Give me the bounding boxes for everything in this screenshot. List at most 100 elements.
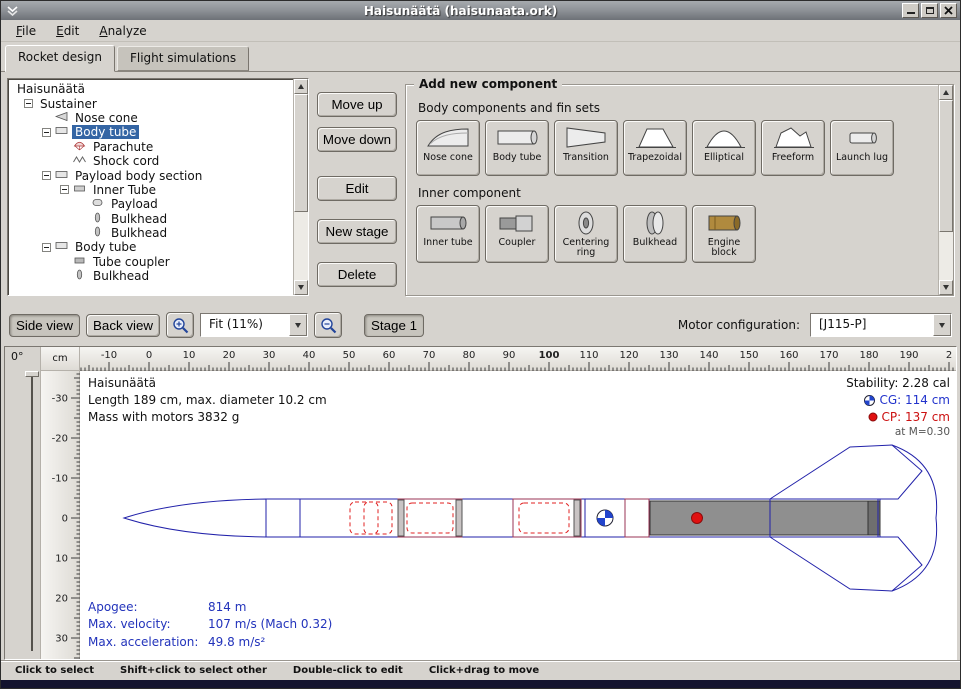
ruler-label: 170 <box>819 350 838 361</box>
tree-item-label[interactable]: Inner Tube <box>90 183 159 197</box>
transition-icon <box>563 125 609 151</box>
bulkhead-shape[interactable] <box>574 500 580 536</box>
add-body-tube-button[interactable]: Body tube <box>485 120 549 176</box>
rotation-control[interactable]: 0° <box>5 347 41 660</box>
add-engine-block-button[interactable]: Engine block <box>692 205 756 263</box>
tree-item-label[interactable]: Sustainer <box>37 97 100 111</box>
collapse-icon[interactable] <box>42 243 51 252</box>
tree-row[interactable]: Bulkhead <box>10 212 306 226</box>
tree-row[interactable]: Body tube <box>10 125 306 139</box>
scrollbar-track[interactable] <box>939 100 953 280</box>
collapse-icon[interactable] <box>42 128 51 137</box>
zoom-select[interactable]: Fit (11%) <box>200 313 308 337</box>
add-elliptical-fin-button[interactable]: Elliptical <box>692 120 756 176</box>
tree-row[interactable]: Parachute <box>10 140 306 154</box>
tree-item-label[interactable]: Nose cone <box>72 111 141 125</box>
collapse-icon[interactable] <box>24 99 33 108</box>
add-trapezoidal-fin-button[interactable]: Trapezoidal <box>623 120 687 176</box>
tree-row[interactable]: Body tube <box>10 240 306 254</box>
add-freeform-fin-button[interactable]: Freeform <box>761 120 825 176</box>
rocket-canvas[interactable]: Haisunäätä Length 189 cm, max. diameter … <box>80 371 956 660</box>
zoom-in-button[interactable] <box>166 312 194 338</box>
tree-row[interactable]: Payload body section <box>10 168 306 182</box>
rocket-info: Haisunäätä Length 189 cm, max. diameter … <box>88 375 327 425</box>
scroll-down-icon[interactable] <box>939 280 953 295</box>
stage-1-toggle[interactable]: Stage 1 <box>364 314 424 337</box>
bulkhead-shape[interactable] <box>398 500 404 536</box>
tree-row[interactable]: Haisunäätä <box>10 82 306 96</box>
move-up-button[interactable]: Move up <box>317 92 397 117</box>
tab-flight-simulations[interactable]: Flight simulations <box>117 46 249 71</box>
fin-bottom[interactable] <box>770 537 922 591</box>
tree-item-label[interactable]: Payload body section <box>72 169 205 183</box>
rotation-slider-handle[interactable] <box>25 371 39 377</box>
component-tree-panel: Haisunäätä Sustainer Nose cone Body tube… <box>7 78 309 296</box>
bulkhead-shape[interactable] <box>456 500 462 536</box>
tree-item-label-selected[interactable]: Body tube <box>72 125 139 139</box>
motor-configuration-select[interactable]: [J115-P] <box>810 313 952 337</box>
tree-item-label[interactable]: Bulkhead <box>108 226 170 240</box>
tree-row[interactable]: Bulkhead <box>10 226 306 240</box>
menu-analyze[interactable]: Analyze <box>90 21 155 41</box>
tree-item-label[interactable]: Body tube <box>72 240 139 254</box>
tree-row[interactable]: Shock cord <box>10 154 306 168</box>
tree-item-label[interactable]: Haisunäätä <box>14 82 88 96</box>
titlebar[interactable]: Haisunäätä (haisunaata.ork) <box>1 1 960 20</box>
statusbar: Click to select Shift+click to select ot… <box>1 660 960 680</box>
tab-rocket-design[interactable]: Rocket design <box>5 45 115 72</box>
tree-item-label[interactable]: Tube coupler <box>90 255 173 269</box>
edit-button[interactable]: Edit <box>317 176 397 201</box>
dropdown-arrow-icon[interactable] <box>933 314 951 336</box>
fin-top[interactable] <box>770 445 922 499</box>
side-view-button[interactable]: Side view <box>9 314 80 337</box>
window-menu-icon[interactable] <box>4 3 21 18</box>
tree-item-label[interactable]: Bulkhead <box>90 269 152 283</box>
motor-shape[interactable] <box>650 501 880 535</box>
fin-profile-curve[interactable] <box>892 445 937 591</box>
delete-button[interactable]: Delete <box>317 262 397 287</box>
menu-edit[interactable]: Edit <box>47 21 88 41</box>
scroll-up-icon[interactable] <box>294 79 308 94</box>
new-stage-button[interactable]: New stage <box>317 219 397 244</box>
tree-item-label[interactable]: Shock cord <box>90 154 162 168</box>
add-launch-lug-button[interactable]: Launch lug <box>830 120 894 176</box>
scroll-down-icon[interactable] <box>294 280 308 295</box>
collapse-icon[interactable] <box>60 185 69 194</box>
add-inner-tube-button[interactable]: Inner tube <box>416 205 480 263</box>
scrollbar-thumb[interactable] <box>939 100 953 232</box>
tree-row[interactable]: Inner Tube <box>10 183 306 197</box>
add-nose-cone-button[interactable]: Nose cone <box>416 120 480 176</box>
ruler-label: 10 <box>183 350 196 361</box>
tree-item-label[interactable]: Bulkhead <box>108 212 170 226</box>
scrollbar-thumb[interactable] <box>294 94 308 212</box>
scroll-up-icon[interactable] <box>939 85 953 100</box>
move-down-button[interactable]: Move down <box>317 127 397 152</box>
dropdown-arrow-icon[interactable] <box>289 314 307 336</box>
tree-row[interactable]: Sustainer <box>10 96 306 110</box>
tree-row[interactable]: Nose cone <box>10 111 306 125</box>
back-view-button[interactable]: Back view <box>86 314 160 337</box>
close-button[interactable] <box>940 3 957 18</box>
component-label: Bulkhead <box>633 238 677 248</box>
rotation-slider-track[interactable] <box>31 373 33 651</box>
tree-row[interactable]: Bulkhead <box>10 269 306 283</box>
collapse-icon[interactable] <box>42 171 51 180</box>
zoom-out-button[interactable] <box>314 312 342 338</box>
menu-file[interactable]: File <box>7 21 45 41</box>
addpanel-scrollbar[interactable] <box>938 85 953 295</box>
scrollbar-track[interactable] <box>294 94 308 280</box>
add-centering-ring-button[interactable]: Centering ring <box>554 205 618 263</box>
tree-row[interactable]: Payload <box>10 197 306 211</box>
add-component-panel: Add new component Body components and fi… <box>405 84 954 296</box>
bulkhead-icon <box>73 269 86 283</box>
minimize-button[interactable] <box>902 3 919 18</box>
tree-row[interactable]: Tube coupler <box>10 255 306 269</box>
tree-item-label[interactable]: Payload <box>108 197 161 211</box>
add-coupler-button[interactable]: Coupler <box>485 205 549 263</box>
nose-cone-shape[interactable] <box>124 499 266 537</box>
add-bulkhead-button[interactable]: Bulkhead <box>623 205 687 263</box>
add-transition-button[interactable]: Transition <box>554 120 618 176</box>
tree-scrollbar[interactable] <box>293 79 308 295</box>
tree-item-label[interactable]: Parachute <box>90 140 156 154</box>
maximize-button[interactable] <box>921 3 938 18</box>
